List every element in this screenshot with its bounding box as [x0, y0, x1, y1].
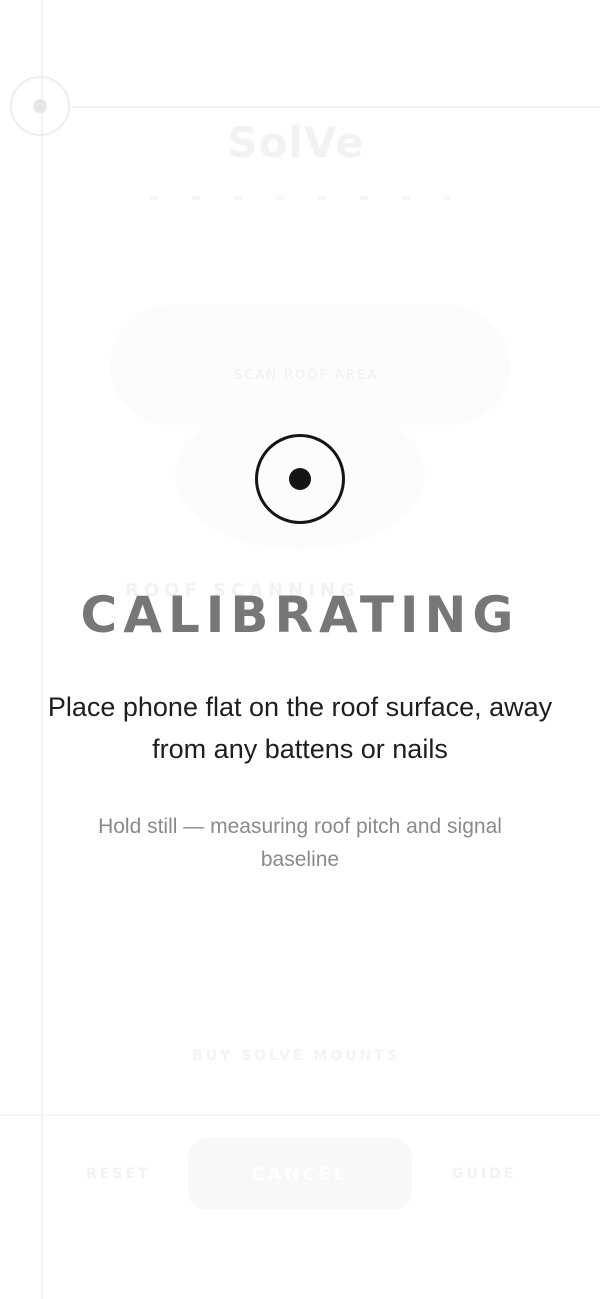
reset-button[interactable]: RESET — [86, 1166, 151, 1182]
vertical-guide-line — [41, 0, 43, 1299]
horizontal-guide-line — [72, 106, 600, 108]
scan-area-label: SCAN ROOF AREA — [233, 368, 379, 383]
buy-mounts-link[interactable]: BUY SOLVE MOUNTS — [0, 1048, 592, 1064]
guide-button[interactable]: GUIDE — [452, 1166, 516, 1182]
calibration-screen: SolVe SCAN ROOF AREA ROOF SCANNING BUY S… — [0, 0, 600, 1299]
target-icon — [255, 434, 345, 524]
calibrating-title: CALIBRATING — [80, 586, 520, 644]
cancel-button[interactable]: CANCEL — [188, 1138, 412, 1210]
logo-tagline-placeholder — [150, 196, 450, 200]
app-logo: SolVe — [227, 118, 365, 167]
target-dot — [289, 468, 311, 490]
background-app-ui: SolVe SCAN ROOF AREA ROOF SCANNING BUY S… — [0, 0, 600, 1299]
calibration-instruction: Place phone flat on the roof surface, aw… — [47, 692, 553, 764]
calibration-hint: Hold still — measuring roof pitch and si… — [98, 815, 502, 871]
footer-divider — [0, 1114, 600, 1116]
